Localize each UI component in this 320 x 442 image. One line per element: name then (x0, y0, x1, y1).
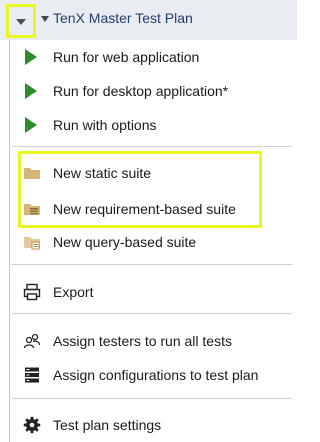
play-icon (25, 117, 37, 133)
menu-item-assign-testers[interactable]: Assign testers to run all tests (10, 326, 292, 356)
menu-item-run-desktop[interactable]: Run for desktop application* (10, 76, 292, 106)
menu-item-assign-configurations[interactable]: Assign configurations to test plan (10, 360, 292, 390)
menu-divider (12, 398, 292, 399)
people-icon (23, 333, 41, 349)
play-icon (25, 49, 37, 65)
menu-item-run-options[interactable]: Run with options (10, 110, 292, 140)
menu-item-label: Test plan settings (53, 417, 162, 433)
expand-caret-icon[interactable] (41, 16, 49, 22)
menu-divider (12, 146, 292, 147)
query-folder-icon (24, 237, 40, 250)
menu-item-new-query-suite[interactable]: New query-based suite (10, 227, 292, 257)
menu-item-label: Assign configurations to test plan (53, 367, 259, 383)
menu-item-label: Export (53, 284, 94, 300)
menu-item-label: New query-based suite (53, 234, 197, 250)
test-plan-header: TenX Master Test Plan (0, 0, 297, 40)
menu-item-label: Run for desktop application* (53, 83, 229, 99)
context-menu: Run for web application Run for desktop … (9, 40, 292, 442)
menu-item-label: Run with options (53, 117, 157, 133)
chevron-down-icon (16, 19, 26, 25)
menu-item-label: Run for web application (53, 49, 200, 65)
plan-title[interactable]: TenX Master Test Plan (53, 10, 193, 26)
server-stack-icon (25, 367, 39, 383)
menu-item-label: Assign testers to run all tests (53, 333, 232, 349)
menu-divider (12, 264, 292, 265)
gear-icon (23, 416, 41, 434)
menu-divider (12, 313, 292, 314)
menu-item-test-plan-settings[interactable]: Test plan settings (10, 410, 292, 440)
play-icon (25, 83, 37, 99)
menu-item-run-web[interactable]: Run for web application (10, 42, 292, 72)
annotation-highlight-box (18, 151, 262, 228)
menu-item-export[interactable]: Export (10, 277, 292, 307)
plan-menu-dropdown-button[interactable] (6, 4, 36, 38)
printer-icon (23, 283, 41, 301)
